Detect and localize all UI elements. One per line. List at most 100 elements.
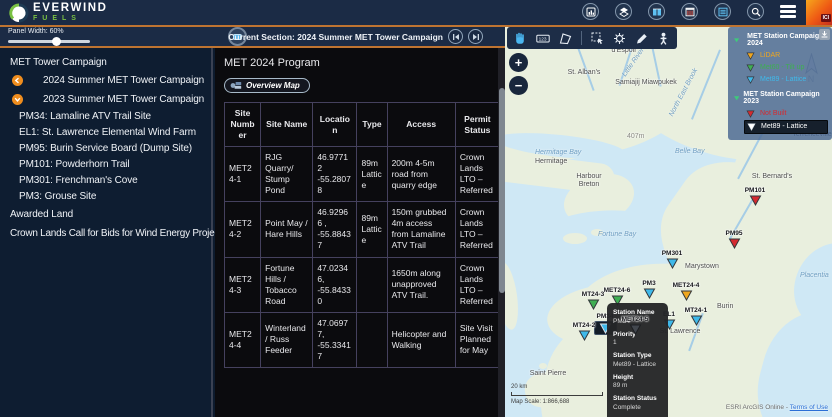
top-header: EVERWIND FUELS ICI (0, 0, 832, 27)
marker-label: PM95 (710, 230, 758, 238)
sidebar-item-2023-campaign[interactable]: 2023 Summer MET Tower Campaign (0, 90, 211, 109)
map-marker-mt24-1[interactable]: MT24-1 (672, 307, 720, 326)
panel-width-slider[interactable] (8, 40, 90, 43)
marker-label: MT24-1 (672, 307, 720, 315)
table-row[interactable]: MET24-3 Fortune Hills / Tobacco Road 47.… (225, 257, 500, 312)
map-marker-pm95[interactable]: PM95 (710, 230, 758, 249)
col-site-number: Site Number (225, 103, 261, 147)
pan-hand-icon[interactable] (514, 32, 527, 45)
sidebar-item-awarded-land[interactable]: Awarded Land (0, 207, 211, 223)
cell-location: 47.06977, -55.33417 (313, 312, 357, 367)
everwind-logo-text: EVERWIND FUELS (33, 2, 108, 23)
tooltip-field-value: 1 (613, 339, 662, 348)
draw-pencil-icon[interactable] (635, 32, 648, 45)
cell-type (357, 312, 387, 367)
cell-site-name: RJG Quarry/ Stump Pond (261, 147, 313, 202)
map-marker-met24-5[interactable]: MET24-5 (611, 316, 659, 335)
sidebar-item-met-tower-campaign[interactable]: MET Tower Campaign (0, 55, 211, 71)
cell-location: 46.92966 , -55.88437 (313, 202, 357, 257)
overview-map-button[interactable]: Overview Map (224, 78, 310, 93)
tooltip-field: Station TypeMet89 - Lattice (613, 352, 662, 369)
measure-icon[interactable]: 123 (536, 32, 550, 45)
current-section-label: Current Section: 2024 Summer MET Tower C… (228, 32, 443, 42)
slider-thumb[interactable] (52, 37, 61, 46)
tooltip-field-label: Height (613, 374, 662, 383)
next-section-button[interactable] (468, 29, 483, 44)
met-program-panel: MET 2024 Program Overview Map Site Numbe… (215, 48, 505, 417)
sidebar-item-pm95[interactable]: PM95: Burin Service Board (Dump Site) (0, 141, 211, 157)
map-marker-mt24-2[interactable]: MT24-2 (560, 322, 608, 341)
sidebar-item-label: 2024 Summer MET Tower Campaign (43, 73, 204, 89)
island-shape (505, 261, 522, 331)
marker-label: PM101 (731, 187, 779, 195)
legend-item-label: Not Built (760, 110, 786, 118)
triangle-marker-icon (747, 123, 756, 131)
layers-icon[interactable] (615, 3, 632, 20)
water-label: Hermitage Bay (535, 149, 581, 156)
legend-download-icon[interactable] (819, 29, 830, 40)
triangle-marker-icon (690, 315, 703, 326)
col-permit-status: Permit Status (455, 103, 499, 147)
tooltip-field: Station StatusComplete (613, 395, 662, 412)
table-row[interactable]: MET24-4 Winterland / Russ Feeder 47.0697… (225, 312, 500, 367)
legend-item-label: LiDAR (760, 52, 780, 60)
island-shape (563, 233, 587, 244)
header-icon-bar (582, 3, 796, 20)
table-row[interactable]: MET24-1 RJG Quarry/ Stump Pond 46.97712 … (225, 147, 500, 202)
legend-group-header[interactable]: MET Station Campaign 2024 (734, 33, 828, 47)
map-marker-pm301[interactable]: PM301 (648, 250, 696, 269)
sidebar-item-pm3[interactable]: PM3: Grouse Site (0, 189, 211, 205)
sidebar-item-pm301[interactable]: PM301: Frenchman's Cove (0, 173, 211, 189)
panel-width-label: Panel Width: 60% (8, 28, 64, 35)
zoom-out-button[interactable]: − (509, 76, 528, 95)
triangle-marker-icon (578, 330, 591, 341)
chevron-left-icon[interactable] (12, 75, 23, 86)
current-section-bar: Current Section: 2024 Summer MET Tower C… (228, 27, 483, 46)
cell-type: 89m Lattice (357, 202, 387, 257)
sidebar-item-crown-lands[interactable]: Crown Lands Call for Bids for Wind Energ… (0, 226, 211, 242)
legend-item-met89-2023-selected[interactable]: Met89 - Lattice (744, 120, 828, 134)
basemap-icon[interactable] (648, 3, 665, 20)
cell-permit: Crown Lands LTO – Referred (455, 202, 499, 257)
sidebar-item-pm101[interactable]: PM101: Powderhorn Trail (0, 157, 211, 173)
select-icon[interactable] (591, 32, 604, 45)
legend-group-header[interactable]: MET Station Campaign 2023 (734, 91, 828, 105)
legend-item-met60[interactable]: Met60 - Tilt up (744, 62, 828, 74)
marker-label: MET24-5 (611, 316, 659, 324)
zoom-in-button[interactable]: + (509, 53, 528, 72)
place-label: Harbour Breton (569, 173, 609, 189)
legend-list-icon[interactable] (714, 3, 731, 20)
app-window: EVERWIND FUELS ICI Panel Width: 60% Curr… (0, 0, 832, 417)
table-row[interactable]: MET24-2 Point May / Hare Hills 46.92966 … (225, 202, 500, 257)
map-canvas[interactable]: St. Alban's Samiajij Miawpukek Head of B… (505, 27, 832, 417)
stats-icon[interactable] (582, 3, 599, 20)
sidebar-item-pm34[interactable]: PM34: Lamaline ATV Trail Site (0, 109, 211, 125)
chevron-down-icon[interactable] (12, 94, 23, 105)
menu-icon[interactable] (780, 5, 796, 18)
terms-of-use-link[interactable]: Terms of Use (790, 404, 828, 411)
legend-item-label: Met89 - Lattice (760, 76, 806, 84)
scalebar-ratio: Map Scale: 1:866,688 (511, 398, 603, 406)
sidebar-tree: MET Tower Campaign 2024 Summer MET Tower… (0, 48, 213, 417)
legend-item-met89-2024[interactable]: Met89 - Lattice (744, 74, 828, 86)
everwind-logo-icon (9, 3, 29, 23)
table-scrollbar-track[interactable] (498, 48, 505, 417)
table-icon[interactable] (681, 3, 698, 20)
sidebar-item-2024-campaign[interactable]: 2024 Summer MET Tower Campaign (0, 71, 211, 90)
map-marker-pm101[interactable]: PM101 (731, 187, 779, 206)
search-icon[interactable] (747, 3, 764, 20)
legend-item-not-built[interactable]: Not Built (744, 108, 828, 120)
settings-gear-icon[interactable] (613, 32, 626, 45)
triangle-marker-ic (746, 110, 755, 118)
polygon-measure-icon[interactable] (559, 32, 572, 45)
sidebar-item-el1[interactable]: EL1: St. Lawrence Elemental Wind Farm (0, 125, 211, 141)
cell-access: 150m grubbed 4m access from Lamaline ATV… (387, 202, 455, 257)
triangle-marker-icon (746, 52, 755, 60)
table-scrollbar-thumb[interactable] (499, 88, 505, 293)
streetview-person-icon[interactable] (657, 32, 670, 45)
legend-item-lidar[interactable]: LiDAR (744, 50, 828, 62)
triangle-marker-icon (746, 76, 755, 84)
ici-logo[interactable]: ICI (806, 0, 832, 25)
prev-section-button[interactable] (448, 29, 463, 44)
triangle-marker-icon (746, 64, 755, 72)
